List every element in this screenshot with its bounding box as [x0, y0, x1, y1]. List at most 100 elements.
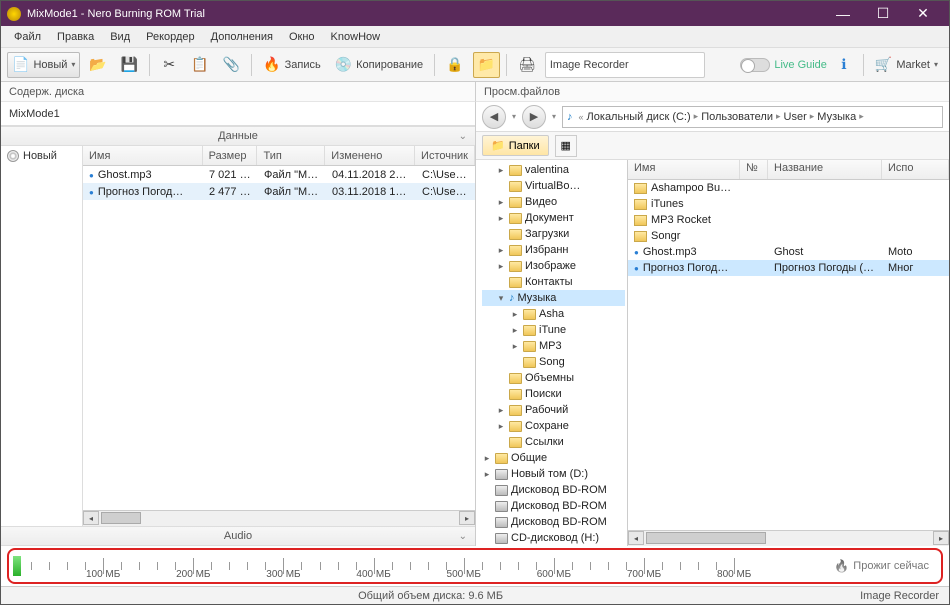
compilation-tree: Новый [1, 146, 83, 526]
tree-node[interactable]: Дисковод BD-ROM [482, 498, 625, 514]
tree-node[interactable]: ▸valentina [482, 162, 625, 178]
window-title: MixMode1 - Nero Burning ROM Trial [27, 8, 823, 20]
copy-button[interactable]: 📋 [186, 52, 213, 78]
nav-forward-button[interactable]: ▶ [522, 105, 546, 129]
burn-now-button[interactable]: Прожиг сейчас [828, 557, 935, 575]
hscrollbar[interactable]: ◂▸ [83, 510, 475, 526]
list-item[interactable]: Прогноз Погоды (Вто…Прогноз Погоды (Втор… [628, 260, 949, 276]
view-mode-button[interactable]: ▦ [555, 135, 577, 157]
close-button[interactable]: ✕ [903, 1, 943, 26]
folders-button[interactable]: 📁Папки [482, 135, 549, 156]
folder-icon: 📁 [491, 139, 505, 152]
menu-addons[interactable]: Дополнения [204, 29, 280, 45]
compilation-filelist[interactable]: Ghost.mp37 021 КБФайл "MP3"04.11.2018 22… [83, 166, 475, 510]
data-section-header[interactable]: Данные⌄ [1, 126, 475, 146]
tree-node[interactable]: ▸Изображе [482, 258, 625, 274]
compilation-pane: MixMode1 Данные⌄ Новый Имя Размер Тип Из… [1, 102, 476, 546]
left-pane-label: Содерж. диска [1, 82, 476, 102]
recorder-icon: 🖨 [513, 52, 541, 78]
tree-node[interactable]: ▸Документ [482, 210, 625, 226]
fcol-title[interactable]: Название [768, 160, 882, 179]
toolbar: 📄Новый▾ 📂 💾 ✂ 📋 📎 🔥Запись 💿Копирование 🔒… [1, 48, 949, 82]
tree-node[interactable]: Поиски [482, 386, 625, 402]
tree-node[interactable]: Song [482, 354, 625, 370]
tree-node[interactable]: ▸Рабочий [482, 402, 625, 418]
menu-file[interactable]: Файл [7, 29, 48, 45]
col-size[interactable]: Размер [203, 146, 258, 165]
tree-node[interactable]: ▸Сохране [482, 418, 625, 434]
tree-node[interactable]: Контакты [482, 274, 625, 290]
col-modified[interactable]: Изменено [325, 146, 415, 165]
tree-node[interactable]: ▸Новый том (D:) [482, 466, 625, 482]
market-button[interactable]: 🛒Market▾ [870, 52, 943, 78]
fcol-name[interactable]: Имя [628, 160, 740, 179]
col-name[interactable]: Имя [83, 146, 203, 165]
chevron-down-icon: ⌄ [459, 531, 467, 542]
cut-button[interactable]: ✂ [156, 52, 182, 78]
status-bar: Общий объем диска: 9.6 МБ Image Recorder [1, 586, 949, 604]
browser-toggle-button[interactable]: 📁 [473, 52, 500, 78]
flame-icon [834, 559, 849, 573]
tree-node[interactable]: Объемны [482, 370, 625, 386]
securdisc-button[interactable]: 🔒 [441, 52, 468, 78]
tree-node[interactable]: ▾Музыка [482, 290, 625, 306]
hscrollbar[interactable]: ◂▸ [628, 530, 949, 546]
copy-disc-button[interactable]: 💿Копирование [330, 52, 428, 78]
menu-recorder[interactable]: Рекордер [139, 29, 202, 45]
compilation-columns: Имя Размер Тип Изменено Источник [83, 146, 475, 166]
compilation-name: MixMode1 [1, 102, 475, 126]
chevron-down-icon: ⌄ [459, 131, 467, 142]
menu-edit[interactable]: Правка [50, 29, 101, 45]
info-button[interactable]: ℹ [831, 52, 857, 78]
file-list[interactable]: Ashampoo Burning St…iTunesMP3 RocketSong… [628, 180, 949, 530]
save-button[interactable]: 💾 [116, 52, 143, 78]
tree-node[interactable]: ▸MP3 [482, 338, 625, 354]
minimize-button[interactable]: — [823, 1, 863, 26]
liveguide-label: Live Guide [774, 59, 827, 71]
status-recorder: Image Recorder [860, 590, 949, 602]
filelist-columns: Имя № Название Испо [628, 160, 949, 180]
folder-tree[interactable]: ▸valentinaVirtualBo…▸Видео▸ДокументЗагру… [476, 160, 628, 546]
tree-node[interactable]: Загрузки [482, 226, 625, 242]
nav-back-button[interactable]: ◀ [482, 105, 506, 129]
tree-node[interactable]: CD-дисковод (H:) [482, 530, 625, 546]
audio-section-header[interactable]: Audio⌄ [1, 526, 475, 546]
titlebar: MixMode1 - Nero Burning ROM Trial — ☐ ✕ [1, 1, 949, 26]
paste-button[interactable]: 📎 [218, 52, 245, 78]
tree-node[interactable]: ▸Ashа [482, 306, 625, 322]
fcol-artist[interactable]: Испо [882, 160, 949, 179]
app-icon [7, 7, 21, 21]
list-item[interactable]: MP3 Rocket [628, 212, 949, 228]
compilation-root-node[interactable]: Новый [7, 150, 76, 162]
ruler-fill [13, 556, 21, 576]
tree-node[interactable]: ▸Общие [482, 450, 625, 466]
new-button[interactable]: 📄Новый▾ [7, 52, 80, 78]
list-item[interactable]: Ghost.mp3GhostMoto [628, 244, 949, 260]
tree-node[interactable]: Ссылки [482, 434, 625, 450]
breadcrumb[interactable]: « Локальный диск (C:)▸ Пользователи▸ Use… [562, 106, 943, 128]
tree-node[interactable]: Дисковод BD-ROM [482, 514, 625, 530]
burn-button[interactable]: 🔥Запись [258, 52, 326, 78]
liveguide-toggle[interactable] [740, 58, 770, 72]
tree-node[interactable]: ▸iTune [482, 322, 625, 338]
music-icon [567, 111, 576, 123]
tree-node[interactable]: VirtualBo… [482, 178, 625, 194]
menu-knowhow[interactable]: KnowHow [324, 29, 388, 45]
maximize-button[interactable]: ☐ [863, 1, 903, 26]
fcol-no[interactable]: № [740, 160, 768, 179]
col-type[interactable]: Тип [257, 146, 325, 165]
menu-window[interactable]: Окно [282, 29, 322, 45]
table-row[interactable]: Ghost.mp37 021 КБФайл "MP3"04.11.2018 22… [83, 166, 475, 183]
menu-view[interactable]: Вид [103, 29, 137, 45]
table-row[interactable]: Прогноз Погод…2 477 КБФайл "MP3"03.11.20… [83, 183, 475, 200]
open-button[interactable]: 📂 [84, 52, 111, 78]
disc-icon [7, 150, 19, 162]
col-source[interactable]: Источник [415, 146, 475, 165]
tree-node[interactable]: ▸Видео [482, 194, 625, 210]
recorder-select[interactable]: Image Recorder [545, 52, 705, 78]
list-item[interactable]: Songr [628, 228, 949, 244]
list-item[interactable]: Ashampoo Burning St… [628, 180, 949, 196]
tree-node[interactable]: Дисковод BD-ROM [482, 482, 625, 498]
tree-node[interactable]: ▸Избранн [482, 242, 625, 258]
list-item[interactable]: iTunes [628, 196, 949, 212]
